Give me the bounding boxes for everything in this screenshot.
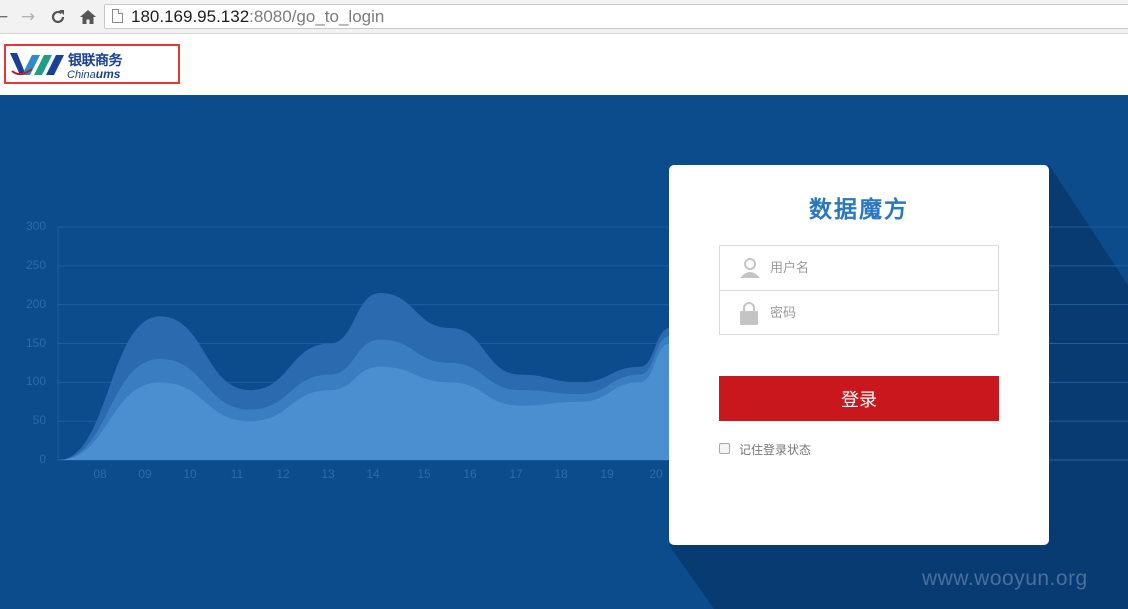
login-card: 数据魔方 登录 记住登录状态 [669,165,1049,545]
home-icon[interactable] [77,6,99,28]
address-bar[interactable]: 180.169.95.132:8080/go_to_login [104,4,1128,29]
y-tick-label: 250 [25,257,46,272]
lock-icon [740,302,758,325]
x-tick-label: 17 [509,467,523,481]
site-header: 银联商务 Chinaums [0,35,1128,95]
password-field [720,291,998,335]
logo-highlight[interactable]: 银联商务 Chinaums [4,44,180,84]
x-tick-label: 14 [366,467,380,481]
x-tick-label: 13 [321,467,335,481]
login-inputs [719,245,999,335]
login-title: 数据魔方 [809,197,909,223]
y-tick-label: 50 [32,413,46,428]
y-tick-label: 0 [39,452,46,466]
url-text: 180.169.95.132:8080/go_to_login [131,7,385,26]
forward-arrow-icon[interactable]: → [18,6,38,28]
user-icon [740,258,760,278]
x-tick-label: 10 [183,467,197,481]
y-tick-label: 100 [25,374,46,389]
remember-label: 记住登录状态 [739,443,812,457]
username-input[interactable] [770,256,980,280]
logo-en-text: Chinaums [67,67,121,81]
browser-toolbar: ← → 180.169.95.132:8080/go_to_login [0,0,1128,34]
y-tick-label: 150 [25,335,46,350]
x-tick-label: 09 [138,467,152,481]
x-tick-label: 11 [230,467,244,481]
x-tick-label: 19 [600,467,614,481]
password-input[interactable] [770,301,980,325]
remember-checkbox[interactable] [719,443,730,454]
username-field [720,246,998,291]
x-tick-label: 15 [417,467,431,481]
x-tick-label: 16 [463,467,477,481]
x-tick-label: 12 [276,467,290,481]
x-tick-label: 20 [649,467,663,481]
chinaums-logo-icon [10,53,64,75]
y-tick-label: 200 [25,296,46,311]
x-tick-label: 18 [554,467,568,481]
x-tick-label: 08 [93,467,107,481]
reload-icon[interactable] [47,6,69,28]
login-button[interactable]: 登录 [719,376,999,421]
watermark-text: www.wooyun.org [922,567,1088,590]
back-arrow-icon[interactable]: ← [0,6,8,28]
y-tick-label: 300 [25,219,46,233]
page-icon [112,9,123,23]
